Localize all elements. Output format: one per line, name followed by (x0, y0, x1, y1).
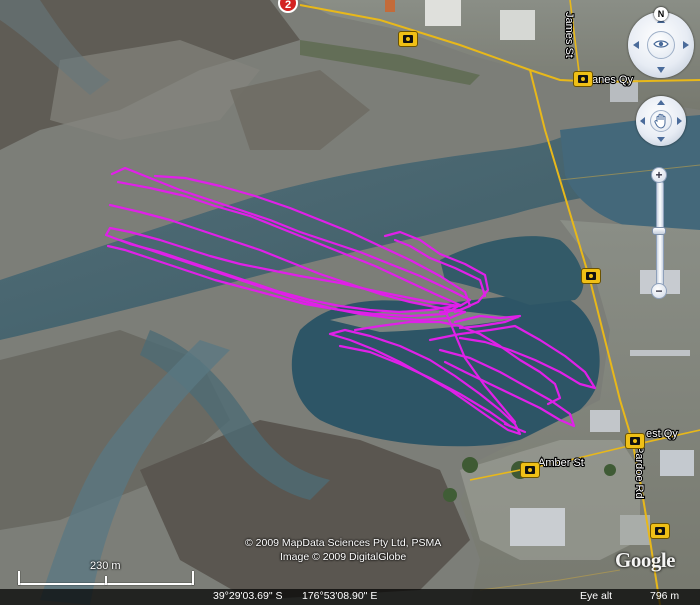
camera-icon[interactable] (625, 433, 645, 449)
warehouse-roof (510, 508, 565, 546)
pan-left-arrow-icon[interactable] (640, 117, 645, 125)
zoom-out-button[interactable]: − (651, 283, 667, 299)
eye-icon (653, 40, 669, 48)
map-view[interactable]: James St anes Qy est Qy Amber St Pardoe … (0, 0, 700, 605)
look-joystick[interactable] (647, 31, 675, 59)
copyright-notice: © 2009 MapData Sciences Pty Ltd, PSMA Im… (245, 536, 441, 564)
tilt-down-arrow-icon[interactable] (657, 67, 665, 73)
status-bar: 39°29'03.69" S 176°53'08.90" E Eye alt 7… (0, 589, 700, 605)
camera-icon[interactable] (398, 31, 418, 47)
camera-icon[interactable] (581, 268, 601, 284)
eye-altitude-label: Eye alt (580, 590, 613, 602)
building-roof (385, 0, 395, 12)
building-roof (590, 410, 620, 432)
zoom-thumb[interactable] (652, 227, 666, 235)
zoom-in-button[interactable]: + (651, 167, 667, 183)
camera-icon[interactable] (520, 462, 540, 478)
scale-tick (192, 571, 194, 585)
tree (462, 457, 478, 473)
google-logo: Google (615, 548, 676, 572)
pan-right-arrow-icon[interactable] (677, 117, 682, 125)
road-label-amber: Amber St (538, 457, 584, 469)
hand-icon (654, 113, 666, 129)
scale-tick (105, 576, 107, 585)
tree (604, 464, 616, 476)
satellite-imagery: James St anes Qy est Qy Amber St Pardoe … (0, 0, 700, 605)
scale-bar: 230 m (18, 559, 194, 585)
copyright-line-mapdata: © 2009 MapData Sciences Pty Ltd, PSMA (245, 537, 442, 549)
road-label-west-quay: est Qy (646, 428, 678, 440)
scale-label: 230 m (90, 560, 121, 572)
pan-up-arrow-icon[interactable] (657, 100, 665, 105)
building-roof (425, 0, 461, 26)
building-roof (630, 350, 690, 356)
move-joystick[interactable] (650, 110, 672, 132)
building-roof (620, 515, 650, 545)
road-label-quay: anes Qy (592, 74, 633, 86)
building-roof (500, 10, 535, 40)
road-label-pardoe: Pardoe Rd (633, 446, 645, 499)
tree (443, 488, 457, 502)
eye-altitude-value: 796 m (650, 590, 680, 602)
look-left-arrow-icon[interactable] (633, 41, 639, 49)
pan-down-arrow-icon[interactable] (657, 137, 665, 142)
building-roof (660, 450, 694, 476)
road-label-james: James St (563, 12, 575, 58)
zoom-slider[interactable]: + − (651, 167, 667, 299)
camera-icon[interactable] (650, 523, 670, 539)
look-control[interactable] (628, 12, 694, 78)
north-indicator[interactable]: N (654, 7, 668, 21)
latitude-readout: 39°29'03.69" S (213, 590, 283, 602)
copyright-line-imagery: Image © 2009 DigitalGlobe (280, 551, 407, 563)
scale-tick (18, 571, 20, 585)
camera-icon[interactable] (573, 71, 593, 87)
longitude-readout: 176°53'08.90" E (302, 590, 378, 602)
move-control[interactable] (636, 96, 686, 146)
look-right-arrow-icon[interactable] (683, 41, 689, 49)
